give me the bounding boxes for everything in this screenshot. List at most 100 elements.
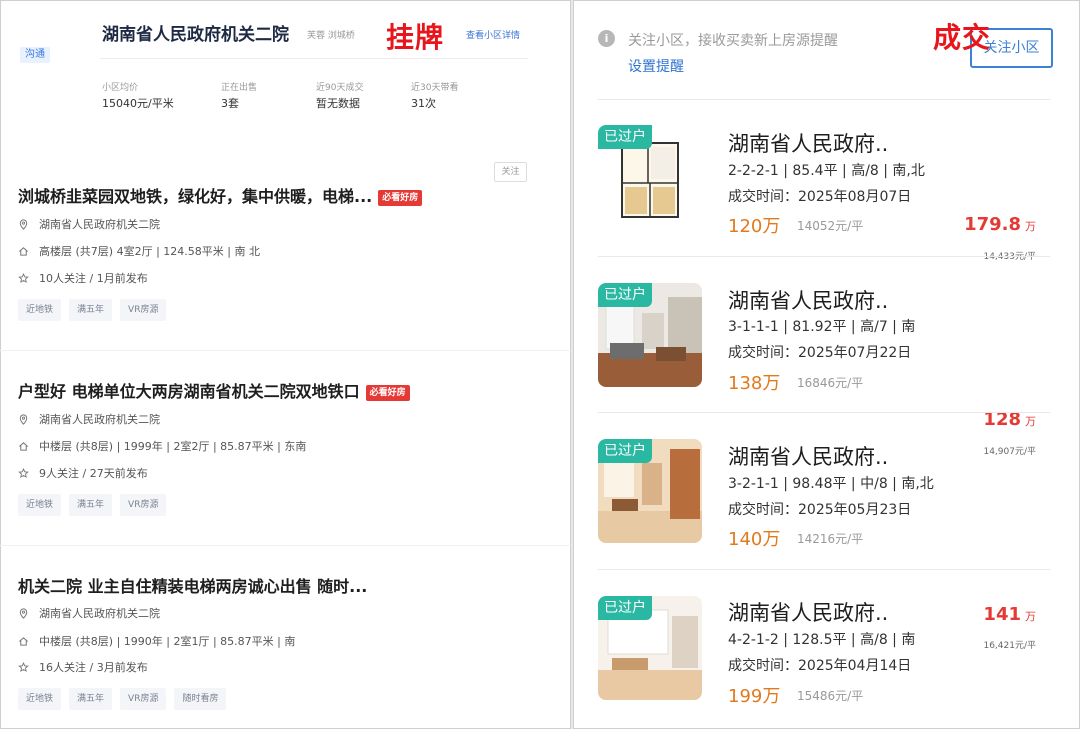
deal-unit-price: 14216元/平	[797, 532, 864, 546]
listing-community-row: 湖南省人民政府机关二院	[18, 216, 160, 232]
listing-title[interactable]: 户型好 电梯单位大两房湖南省机关二院双地铁口 必看好房	[18, 378, 410, 402]
house-icon	[19, 441, 28, 451]
transferred-badge: 已过户	[598, 125, 652, 149]
stat-30d-visits: 近30天带看 31次	[411, 82, 458, 112]
listing-specs: 中楼层 (共8层) | 1990年 | 2室1厅 | 85.87平米 | 南	[39, 635, 296, 648]
deal-divider	[598, 569, 1050, 570]
deal-title[interactable]: 湖南省人民政府..	[728, 441, 888, 471]
listing-divider	[0, 545, 571, 546]
listing-tags: 近地铁 满五年 VR房源 随时看房	[18, 688, 227, 710]
stat-value: 31次	[411, 97, 436, 110]
listing-community-row: 湖南省人民政府机关二院	[18, 411, 160, 427]
deal-time: 成交时间：2025年08月07日	[728, 189, 912, 205]
deal-spec: 2-2-2-1 | 85.4平 | 高/8 | 南,北	[728, 163, 925, 179]
stat-avg-price: 小区均价 15040元/平米	[102, 82, 174, 112]
stat-90d-deals: 近90天成交 暂无数据	[316, 82, 363, 112]
price-value: 141	[983, 604, 1021, 625]
listing-price: 179.8 万	[964, 214, 1036, 235]
listing-followers-row: 10人关注 / 1月前发布	[18, 270, 148, 286]
must-see-badge: 必看好房	[365, 385, 410, 401]
price-unit: 万	[1025, 220, 1036, 233]
listing-community-row: 湖南省人民政府机关二院	[18, 605, 160, 621]
living-room-photo[interactable]: 已过户	[598, 283, 702, 387]
stat-on-sale: 正在出售 3套	[221, 82, 257, 112]
star-icon	[18, 661, 29, 672]
deal-price: 120万	[728, 216, 781, 237]
transferred-badge: 已过户	[598, 283, 652, 307]
listing-unit-price: 14,907元/平	[983, 447, 1036, 457]
header-divider	[100, 58, 528, 59]
set-reminder-link[interactable]: 设置提醒	[628, 56, 684, 76]
listing-title-text[interactable]: 浏城桥韭菜园双地铁，绿化好，集中供暖，电梯...	[18, 187, 372, 206]
deal-spec: 3-2-1-1 | 98.48平 | 中/8 | 南,北	[728, 476, 934, 492]
community-detail-link[interactable]: 查看小区详情	[466, 28, 520, 41]
listing-specs: 高楼层 (共7层) 4室2厅 | 124.58平米 | 南 北	[39, 245, 260, 258]
listing-community[interactable]: 湖南省人民政府机关二院	[39, 216, 160, 232]
listing-followers-row: 16人关注 / 3月前发布	[18, 659, 148, 675]
price-unit: 万	[1025, 415, 1036, 428]
stat-label: 近30天带看	[411, 83, 459, 93]
community-location: 芙蓉 浏城桥	[307, 31, 355, 41]
follow-button[interactable]: 关注	[494, 162, 527, 182]
deal-divider	[598, 256, 1050, 257]
stat-label: 近90天成交	[316, 83, 364, 93]
deal-title[interactable]: 湖南省人民政府..	[728, 128, 888, 158]
price-unit: 万	[1025, 610, 1036, 623]
stat-label: 正在出售	[221, 83, 258, 93]
deal-time: 成交时间：2025年05月23日	[728, 502, 912, 518]
deal-spec: 4-2-1-2 | 128.5平 | 高/8 | 南	[728, 632, 916, 648]
deal-unit-price: 14052元/平	[797, 219, 864, 233]
house-icon	[19, 636, 28, 646]
listing-community[interactable]: 湖南省人民政府机关二院	[39, 411, 160, 427]
tag-chip: 满五年	[69, 299, 113, 321]
chat-button[interactable]: 沟通	[20, 47, 50, 63]
bright-room-photo[interactable]: 已过户	[598, 596, 702, 700]
listing-specs: 中楼层 (共8层) | 1999年 | 2室2厅 | 85.87平米 | 东南	[39, 440, 307, 453]
tag-chip: VR房源	[120, 494, 167, 516]
listing-title-text[interactable]: 户型好 电梯单位大两房湖南省机关二院双地铁口	[18, 382, 360, 401]
deal-title[interactable]: 湖南省人民政府..	[728, 597, 888, 627]
must-see-badge: 必看好房	[378, 190, 423, 206]
stat-value: 暂无数据	[316, 97, 360, 110]
transferred-badge: 已过户	[598, 596, 652, 620]
tag-chip: VR房源	[120, 688, 167, 710]
follow-notice: 关注小区，接收买卖新上房源提醒	[628, 33, 838, 49]
stat-label: 小区均价	[102, 83, 139, 93]
tag-chip: 近地铁	[18, 688, 62, 710]
listing-followers-row: 9人关注 / 27天前发布	[18, 465, 148, 481]
listing-title[interactable]: 机关二院 业主自住精装电梯两房诚心出售 随时...	[18, 573, 367, 597]
deal-title[interactable]: 湖南省人民政府..	[728, 285, 888, 315]
stat-value: 3套	[221, 97, 239, 110]
listing-specs-row: 中楼层 (共8层) | 1999年 | 2室2厅 | 85.87平米 | 东南	[18, 438, 306, 454]
screenshot-frame: 沟通 湖南省人民政府机关二院 挂牌 芙蓉 浏城桥 查看小区详情 小区均价 150…	[0, 0, 1080, 729]
listing-unit-price: 16,421元/平	[983, 641, 1036, 651]
tag-chip: 满五年	[69, 494, 113, 516]
house-icon	[19, 246, 28, 256]
deal-time: 成交时间：2025年04月14日	[728, 658, 912, 674]
listing-tags: 近地铁 满五年 VR房源	[18, 494, 167, 516]
tag-chip: 近地铁	[18, 494, 62, 516]
star-icon	[18, 467, 29, 478]
listing-divider	[0, 350, 571, 351]
deal-divider	[598, 99, 1050, 100]
listing-price: 141 万	[983, 604, 1036, 625]
living-room-photo[interactable]: 已过户	[598, 439, 702, 543]
deal-price: 140万	[728, 529, 781, 550]
star-icon	[18, 272, 29, 283]
floorplan-image[interactable]: 已过户	[598, 125, 702, 229]
info-icon: i	[598, 30, 615, 47]
tag-chip: 近地铁	[18, 299, 62, 321]
deal-divider	[598, 412, 1050, 413]
listing-title[interactable]: 浏城桥韭菜园双地铁，绿化好，集中供暖，电梯... 必看好房	[18, 183, 423, 207]
tag-chip: 随时看房	[174, 688, 227, 710]
location-pin-icon	[19, 218, 28, 230]
listing-community[interactable]: 湖南省人民政府机关二院	[39, 605, 160, 621]
listing-specs-row: 中楼层 (共8层) | 1990年 | 2室1厅 | 85.87平米 | 南	[18, 633, 295, 649]
listing-title-text[interactable]: 机关二院 业主自住精装电梯两房诚心出售 随时...	[18, 577, 367, 596]
deal-overlay-label: 成交	[933, 21, 992, 54]
location-pin-icon	[19, 607, 28, 619]
community-title: 湖南省人民政府机关二院	[102, 25, 289, 45]
price-value: 179.8	[964, 214, 1021, 235]
deal-price: 138万	[728, 373, 781, 394]
listing-specs-row: 高楼层 (共7层) 4室2厅 | 124.58平米 | 南 北	[18, 243, 260, 259]
